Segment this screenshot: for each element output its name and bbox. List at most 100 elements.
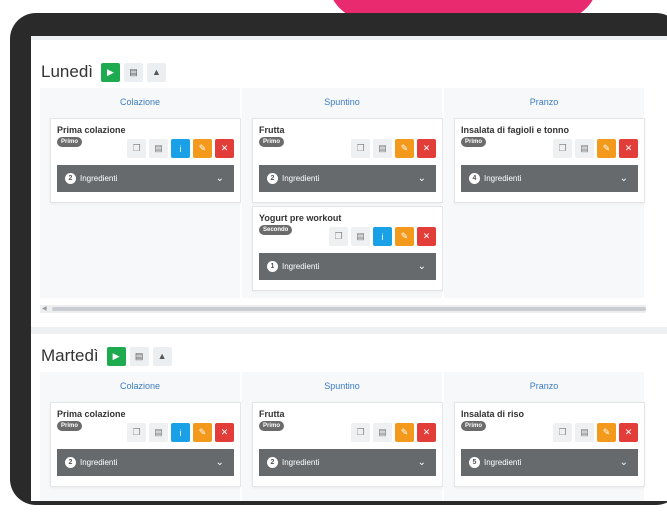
card-actions: ❐ ▤ ✎ ✕ — [550, 139, 638, 158]
meal-title: Frutta — [259, 409, 285, 419]
chevron-down-icon: ⌄ — [215, 173, 224, 184]
column-header: Colazione — [119, 381, 161, 391]
ingredients-label: Ingredienti — [484, 174, 522, 183]
chevron-down-icon: ⌄ — [417, 457, 426, 468]
copy-button[interactable]: ❐ — [127, 423, 146, 442]
horizontal-scrollbar[interactable]: ◀ — [40, 305, 646, 313]
edit-button[interactable]: ✎ — [193, 423, 212, 442]
ingredients-dropdown[interactable]: 2 Ingredienti ⌄ — [57, 165, 234, 192]
ingredients-count: 4 — [469, 173, 480, 184]
day-title: Lunedì — [41, 62, 93, 81]
edit-button[interactable]: ✎ — [395, 227, 414, 246]
info-button[interactable]: i — [373, 227, 392, 246]
copy-button[interactable]: ❐ — [351, 139, 370, 158]
list-button[interactable]: ▤ — [149, 139, 168, 158]
column-header: Spuntino — [324, 97, 360, 107]
ingredients-dropdown[interactable]: 2 Ingredienti ⌄ — [259, 449, 436, 476]
edit-button[interactable]: ✎ — [597, 423, 616, 442]
meal-card: Yogurt pre workout Secondo ❐ ▤ i ✎ ✕ 1 I… — [252, 206, 443, 291]
copy-button[interactable]: ❐ — [553, 139, 572, 158]
meal-title: Prima colazione — [57, 409, 126, 419]
card-actions: ❐ ▤ ✎ ✕ — [348, 139, 436, 158]
day-section-tuesday: Martedì ▶ ▤ ▲ Colazione Prima colazione … — [31, 334, 667, 501]
ingredients-dropdown[interactable]: 1 Ingredienti ⌄ — [259, 253, 436, 280]
edit-button[interactable]: ✎ — [395, 139, 414, 158]
list-button[interactable]: ▤ — [373, 139, 392, 158]
ingredients-label: Ingredienti — [484, 458, 522, 467]
copy-button[interactable]: ❐ — [329, 227, 348, 246]
column-header: Spuntino — [324, 381, 360, 391]
day-title: Martedì — [41, 346, 99, 365]
meal-card: Insalata di fagioli e tonno Primo ❐ ▤ ✎ … — [454, 118, 645, 203]
ingredients-dropdown[interactable]: 4 Ingredienti ⌄ — [461, 165, 638, 192]
course-badge: Secondo — [259, 225, 293, 235]
card-actions: ❐ ▤ i ✎ ✕ — [124, 423, 234, 442]
assign-user-button[interactable]: ▲ — [152, 346, 172, 366]
ingredients-label: Ingredienti — [282, 458, 320, 467]
edit-button[interactable]: ✎ — [597, 139, 616, 158]
meal-card: Frutta Primo ❐ ▤ ✎ ✕ 2 Ingredienti ⌄ — [252, 402, 443, 487]
ingredients-dropdown[interactable]: 5 Ingredienti ⌄ — [461, 449, 638, 476]
delete-button[interactable]: ✕ — [215, 139, 234, 158]
list-button[interactable]: ▤ — [575, 423, 594, 442]
course-badge: Primo — [57, 421, 83, 431]
ingredients-count: 2 — [267, 173, 278, 184]
meal-column: Spuntino Frutta Primo ❐ ▤ ✎ ✕ 2 Ingredie… — [242, 88, 443, 298]
delete-button[interactable]: ✕ — [417, 227, 436, 246]
delete-button[interactable]: ✕ — [619, 139, 638, 158]
copy-button[interactable]: ❐ — [127, 139, 146, 158]
list-button[interactable]: ▤ — [575, 139, 594, 158]
ingredients-count: 2 — [65, 457, 76, 468]
assign-user-button[interactable]: ▲ — [147, 62, 166, 82]
card-actions: ❐ ▤ ✎ ✕ — [550, 423, 638, 442]
delete-button[interactable]: ✕ — [215, 423, 234, 442]
meal-columns: Colazione Prima colazione Primo ❐ ▤ i ✎ … — [40, 372, 646, 501]
course-badge: Primo — [461, 137, 487, 147]
list-view-button[interactable]: ▤ — [129, 346, 149, 366]
ingredients-label: Ingredienti — [80, 174, 118, 183]
ingredients-count: 1 — [267, 261, 278, 272]
card-actions: ❐ ▤ i ✎ ✕ — [124, 139, 234, 158]
delete-button[interactable]: ✕ — [417, 423, 436, 442]
day-header: Lunedì ▶ ▤ ▲ — [41, 62, 166, 82]
scroll-left-icon[interactable]: ◀ — [42, 305, 47, 312]
meal-card: Insalata di riso Primo ❐ ▤ ✎ ✕ 5 Ingredi… — [454, 402, 645, 487]
meal-column: Pranzo Insalata di riso Primo ❐ ▤ ✎ ✕ 5 … — [444, 372, 645, 501]
meal-columns: Colazione Prima colazione Primo ❐ ▤ i ✎ … — [40, 88, 646, 298]
edit-button[interactable]: ✎ — [395, 423, 414, 442]
add-meal-button[interactable]: ▶ — [106, 346, 126, 366]
day-section-monday: Lunedì ▶ ▤ ▲ Colazione Prima colazione P… — [31, 40, 667, 327]
ingredients-count: 2 — [65, 173, 76, 184]
delete-button[interactable]: ✕ — [417, 139, 436, 158]
column-header: Colazione — [119, 97, 161, 107]
course-badge: Primo — [57, 137, 83, 147]
chevron-down-icon: ⌄ — [619, 457, 628, 468]
copy-button[interactable]: ❐ — [553, 423, 572, 442]
info-button[interactable]: i — [171, 423, 190, 442]
edit-button[interactable]: ✎ — [193, 139, 212, 158]
add-meal-button[interactable]: ▶ — [101, 62, 120, 82]
column-header: Pranzo — [529, 381, 559, 391]
list-button[interactable]: ▤ — [351, 227, 370, 246]
list-button[interactable]: ▤ — [149, 423, 168, 442]
meal-title: Insalata di riso — [461, 409, 525, 419]
meal-column: Pranzo Insalata di fagioli e tonno Primo… — [444, 88, 645, 298]
meal-column: Colazione Prima colazione Primo ❐ ▤ i ✎ … — [40, 372, 241, 501]
ingredients-dropdown[interactable]: 2 Ingredienti ⌄ — [259, 165, 436, 192]
copy-button[interactable]: ❐ — [351, 423, 370, 442]
meal-title: Frutta — [259, 125, 285, 135]
meal-card: Prima colazione Primo ❐ ▤ i ✎ ✕ 2 Ingred… — [50, 402, 241, 487]
ingredients-dropdown[interactable]: 2 Ingredienti ⌄ — [57, 449, 234, 476]
list-button[interactable]: ▤ — [373, 423, 392, 442]
course-badge: Primo — [461, 421, 487, 431]
ingredients-count: 2 — [267, 457, 278, 468]
list-view-button[interactable]: ▤ — [124, 62, 143, 82]
chevron-down-icon: ⌄ — [417, 261, 426, 272]
column-header: Pranzo — [529, 97, 559, 107]
chevron-down-icon: ⌄ — [619, 173, 628, 184]
delete-button[interactable]: ✕ — [619, 423, 638, 442]
scrollbar-thumb[interactable] — [52, 307, 646, 311]
info-button[interactable]: i — [171, 139, 190, 158]
card-actions: ❐ ▤ ✎ ✕ — [348, 423, 436, 442]
meal-plan-screen: Lunedì ▶ ▤ ▲ Colazione Prima colazione P… — [31, 36, 667, 501]
